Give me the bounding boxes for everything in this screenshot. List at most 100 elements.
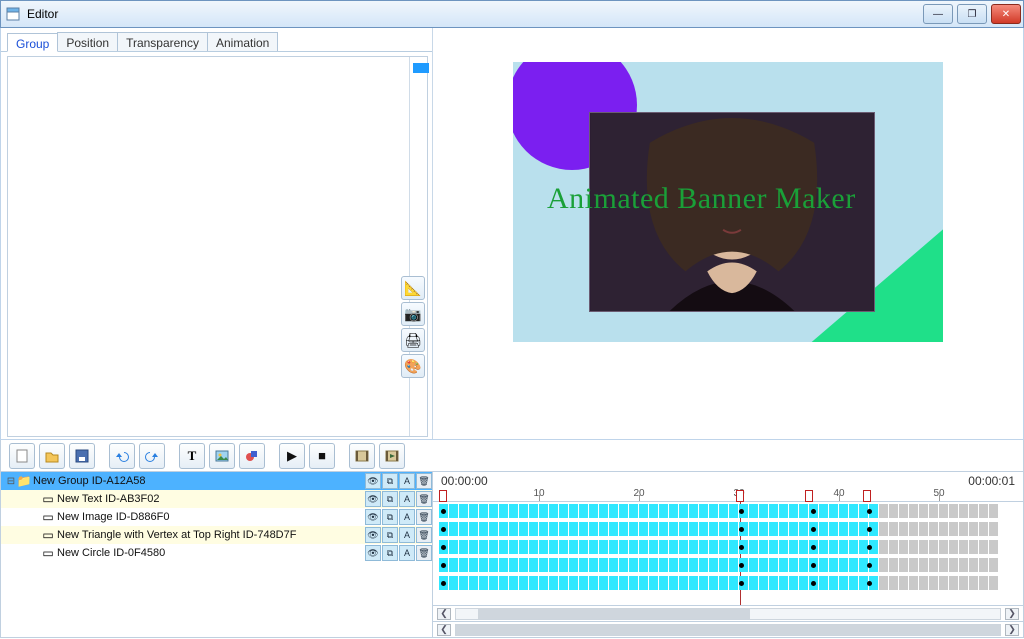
timeline-track[interactable] [433, 520, 1023, 538]
scroll-thumb-lower[interactable] [456, 625, 1000, 635]
timeline-track[interactable] [433, 556, 1023, 574]
keyframe-dot[interactable] [441, 545, 446, 550]
canvas-area[interactable]: Animated Banner Maker [433, 28, 1023, 439]
tree-item-row[interactable]: ▭New Text ID-AB3F02👁⧉A🗑 [1, 490, 432, 508]
tab-group[interactable]: Group [7, 33, 58, 52]
tree-item-row[interactable]: ▭New Triangle with Vertex at Top Right I… [1, 526, 432, 544]
stop-button[interactable]: ■ [309, 443, 335, 469]
folder-icon: 📁 [17, 475, 31, 487]
play-button[interactable]: ▶ [279, 443, 305, 469]
layer-icon: ▭ [41, 493, 55, 505]
duplicate-button[interactable]: ⧉ [382, 473, 398, 489]
camera-button[interactable]: 📷 [401, 302, 425, 326]
color-button[interactable]: 🎨 [401, 354, 425, 378]
redo-button[interactable] [139, 443, 165, 469]
annotate-button[interactable]: A [399, 527, 415, 543]
keyframe-dot[interactable] [867, 563, 872, 568]
slider-thumb[interactable] [413, 63, 429, 73]
duplicate-button[interactable]: ⧉ [382, 545, 398, 561]
keyframe-dot[interactable] [441, 563, 446, 568]
duplicate-button[interactable]: ⧉ [382, 527, 398, 543]
layer-label: New Text ID-AB3F02 [57, 493, 364, 505]
keyframe-dot[interactable] [739, 527, 744, 532]
timeline-scroll-lower[interactable]: ❮ ❯ [433, 621, 1023, 637]
keyframe-dot[interactable] [441, 527, 446, 532]
maximize-button[interactable]: ❐ [957, 4, 987, 24]
open-button[interactable] [39, 443, 65, 469]
keyframe-dot[interactable] [867, 545, 872, 550]
delete-button[interactable]: 🗑 [416, 473, 432, 489]
timeline-track[interactable] [433, 538, 1023, 556]
keyframe-dot[interactable] [739, 581, 744, 586]
visibility-button[interactable]: 👁 [365, 491, 381, 507]
minimize-button[interactable]: — [923, 4, 953, 24]
keyframe-dot[interactable] [739, 509, 744, 514]
delete-button[interactable]: 🗑 [416, 509, 432, 525]
tab-animation[interactable]: Animation [207, 32, 278, 51]
keyframe-dot[interactable] [441, 581, 446, 586]
tree-item-row[interactable]: ▭New Circle ID-0F4580👁⧉A🗑 [1, 544, 432, 562]
delete-button[interactable]: 🗑 [416, 545, 432, 561]
keyframe-dot[interactable] [867, 527, 872, 532]
duplicate-button[interactable]: ⧉ [382, 491, 398, 507]
tab-position[interactable]: Position [57, 32, 118, 51]
tree-group-row[interactable]: ⊟📁New Group ID-A12A58👁⧉A🗑 [1, 472, 432, 490]
print-button[interactable]: 🖨 [401, 328, 425, 352]
save-button[interactable] [69, 443, 95, 469]
add-text-button[interactable]: T [179, 443, 205, 469]
layer-tree[interactable]: ⊟📁New Group ID-A12A58👁⧉A🗑▭New Text ID-AB… [1, 472, 433, 637]
prev-frame-button[interactable] [349, 443, 375, 469]
delete-button[interactable]: 🗑 [416, 491, 432, 507]
annotate-button[interactable]: A [399, 545, 415, 561]
timeline-marker[interactable] [805, 490, 813, 502]
timeline-ruler[interactable]: 00:00:00 00:00:01 1020304050 [433, 472, 1023, 502]
timeline-track[interactable] [433, 574, 1023, 592]
scroll-track-upper[interactable] [455, 608, 1001, 620]
annotate-button[interactable]: A [399, 473, 415, 489]
scroll-right-icon[interactable]: ❯ [1005, 608, 1019, 620]
scroll-left-icon[interactable]: ❮ [437, 608, 451, 620]
annotate-button[interactable]: A [399, 509, 415, 525]
timeline-track[interactable] [433, 502, 1023, 520]
visibility-button[interactable]: 👁 [365, 473, 381, 489]
scroll-track-lower[interactable] [455, 624, 1001, 636]
duplicate-button[interactable]: ⧉ [382, 509, 398, 525]
window-buttons: — ❐ ✕ [921, 2, 1023, 26]
keyframe-dot[interactable] [739, 563, 744, 568]
keyframe-dot[interactable] [441, 509, 446, 514]
tree-item-row[interactable]: ▭New Image ID-D886F0👁⧉A🗑 [1, 508, 432, 526]
timeline-marker[interactable] [736, 490, 744, 502]
add-image-button[interactable] [209, 443, 235, 469]
new-button[interactable] [9, 443, 35, 469]
timeline-marker[interactable] [439, 490, 447, 502]
scroll-thumb-upper[interactable] [478, 609, 750, 619]
visibility-button[interactable]: 👁 [365, 527, 381, 543]
visibility-button[interactable]: 👁 [365, 509, 381, 525]
layer-label: New Triangle with Vertex at Top Right ID… [57, 529, 364, 541]
visibility-button[interactable]: 👁 [365, 545, 381, 561]
ruler-button[interactable]: 📐 [401, 276, 425, 300]
keyframe-dot[interactable] [811, 545, 816, 550]
close-button[interactable]: ✕ [991, 4, 1021, 24]
keyframe-dot[interactable] [739, 545, 744, 550]
delete-button[interactable]: 🗑 [416, 527, 432, 543]
keyframe-dot[interactable] [811, 509, 816, 514]
tick-label: 20 [633, 488, 644, 499]
keyframe-dot[interactable] [811, 527, 816, 532]
timeline-tracks[interactable] [433, 502, 1023, 605]
side-tool-column: 📐 📷 🖨 🎨 [399, 274, 427, 380]
keyframe-dot[interactable] [867, 509, 872, 514]
expand-toggle[interactable]: ⊟ [5, 476, 17, 487]
add-shape-button[interactable] [239, 443, 265, 469]
keyframe-dot[interactable] [811, 563, 816, 568]
next-frame-button[interactable] [379, 443, 405, 469]
tab-transparency[interactable]: Transparency [117, 32, 208, 51]
undo-button[interactable] [109, 443, 135, 469]
timeline-marker[interactable] [863, 490, 871, 502]
scroll-right-icon[interactable]: ❯ [1005, 624, 1019, 636]
keyframe-dot[interactable] [867, 581, 872, 586]
scroll-left-icon[interactable]: ❮ [437, 624, 451, 636]
keyframe-dot[interactable] [811, 581, 816, 586]
annotate-button[interactable]: A [399, 491, 415, 507]
timeline-scroll-upper[interactable]: ❮ ❯ [433, 605, 1023, 621]
